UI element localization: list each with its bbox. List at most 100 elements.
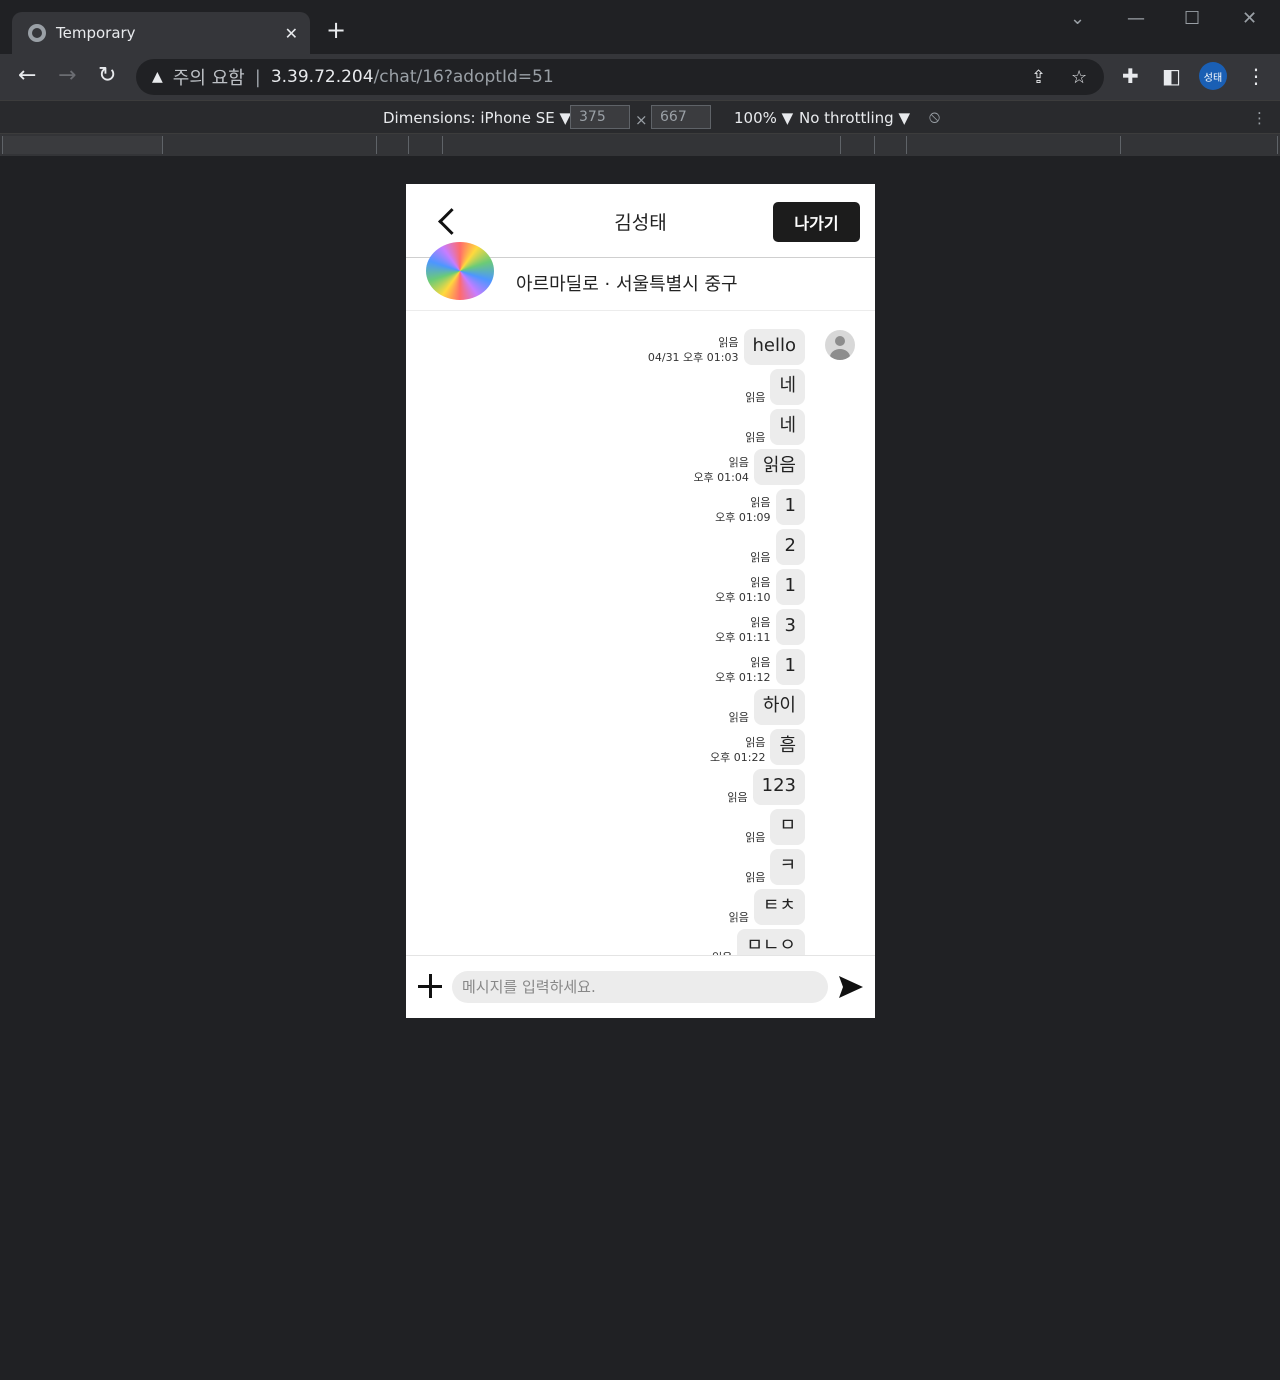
message-meta: 읽음 (729, 910, 749, 925)
message-row: 읽음 2 (750, 529, 805, 565)
message-meta: 읽음 (745, 830, 765, 845)
message-bubble[interactable]: 3 (775, 609, 805, 645)
bookmark-star-icon[interactable]: ☆ (1071, 67, 1087, 88)
message-row: 읽음ㅁㄴㅇ (712, 929, 805, 955)
message-bubble[interactable]: ㅌㅊ (753, 889, 805, 925)
read-status: 읽음 (728, 456, 749, 469)
extensions-icon[interactable]: ✚ (1122, 64, 1139, 88)
message-row: 읽음 오후 01:12 1 (715, 649, 805, 685)
tab-strip: Temporary ✕ + ⌄ — ☐ ✕ (0, 0, 1280, 54)
place-name: 아르마딜로 · 서울특별시 중구 (516, 274, 738, 295)
read-status: 읽음 (750, 551, 771, 564)
message-bubble[interactable]: 123 (752, 769, 805, 805)
message-meta: 읽음 오후 01:04 (693, 455, 748, 485)
message-time: 04/31 오후 01:03 (647, 351, 739, 364)
ruler-segment[interactable] (408, 136, 442, 154)
browser-toolbar: ← → ↻ ▲ 주의 요함 | 3.39.72.204 /chat/16?ado… (0, 54, 1280, 100)
message-bubble[interactable]: 1 (775, 649, 805, 685)
profile-avatar[interactable]: 성태 (1199, 62, 1227, 90)
read-status: 읽음 (718, 336, 739, 349)
ruler-segment[interactable] (2, 136, 162, 154)
dimensions-dropdown[interactable]: Dimensions: iPhone SE ▼ (383, 109, 571, 127)
add-attachment-plus-icon[interactable] (418, 974, 442, 998)
reload-icon[interactable]: ↻ (98, 64, 116, 88)
device-toolbar: Dimensions: iPhone SE ▼ 375 × 667 100% ▼… (0, 100, 1280, 134)
height-input[interactable]: 667 (651, 105, 711, 129)
read-status: 읽음 (728, 711, 749, 724)
ruler-segment[interactable] (1120, 136, 1278, 154)
ruler-segment[interactable] (376, 136, 408, 154)
ruler-segment[interactable] (906, 136, 1120, 154)
window-close-icon[interactable]: ✕ (1242, 8, 1257, 29)
place-thumbnail (426, 242, 494, 300)
ruler-segment[interactable] (442, 136, 840, 154)
tab-search-icon[interactable]: ⌄ (1070, 8, 1085, 29)
message-bubble[interactable]: 1 (775, 489, 805, 525)
read-status: 읽음 (745, 736, 766, 749)
message-bubble[interactable]: 하이 (753, 689, 805, 725)
message-bubble[interactable]: 네 (770, 409, 805, 445)
place-info[interactable]: 아르마딜로 · 서울특별시 중구 (406, 242, 875, 311)
width-input[interactable]: 375 (570, 105, 630, 129)
read-status: 읽음 (745, 831, 766, 844)
message-row: 읽음오후 01:10 1 (715, 569, 805, 605)
message-bubble[interactable]: 읽음 (753, 449, 805, 485)
message-meta: 읽음 (745, 390, 765, 405)
message-input[interactable] (452, 971, 828, 1003)
message-time: 오후 01:22 (710, 751, 766, 764)
message-meta: 읽음 (750, 550, 770, 565)
message-time: 오후 01:11 (715, 631, 771, 644)
message-meta: 읽음 (745, 870, 765, 885)
new-tab-button[interactable]: + (326, 18, 346, 42)
back-arrow-icon[interactable]: ← (18, 64, 36, 88)
message-bubble[interactable]: ㅁ (770, 809, 805, 845)
message-bubble[interactable]: 흠 (770, 729, 805, 765)
side-panel-icon[interactable]: ◧ (1162, 64, 1181, 88)
ruler-segment[interactable] (840, 136, 874, 154)
message-time: 오후 01:12 (715, 671, 771, 684)
message-bubble[interactable]: 2 (775, 529, 805, 565)
close-tab-icon[interactable]: ✕ (285, 24, 298, 43)
message-bubble[interactable]: hello (743, 329, 805, 365)
message-bubble[interactable]: ㅋ (770, 849, 805, 885)
device-menu-kebab-icon[interactable]: ⋮ (1252, 109, 1267, 127)
message-meta: 읽음 (745, 430, 765, 445)
read-status: 읽음 (728, 911, 749, 924)
message-bubble[interactable]: 네 (770, 369, 805, 405)
message-meta: 읽음오후 01:09 (715, 495, 770, 525)
ruler-segment[interactable] (162, 136, 376, 154)
zoom-dropdown[interactable]: 100% ▼ (734, 109, 793, 127)
maximize-icon[interactable]: ☐ (1184, 8, 1200, 29)
times-sign: × (635, 111, 648, 129)
media-query-ruler (0, 134, 1280, 156)
security-warning-text[interactable]: 주의 요함 (173, 64, 245, 90)
tab-title: Temporary (56, 24, 136, 42)
address-bar[interactable]: ▲ 주의 요함 | 3.39.72.204 /chat/16?adoptId=5… (136, 59, 1104, 95)
rotate-icon[interactable]: ⦸ (929, 107, 940, 127)
minimize-icon[interactable]: — (1127, 8, 1145, 29)
ruler-segment[interactable] (874, 136, 906, 154)
message-meta: 읽음 (729, 710, 749, 725)
share-icon[interactable]: ⇪ (1031, 67, 1046, 88)
exit-button[interactable]: 나가기 (773, 202, 860, 242)
send-icon[interactable] (838, 975, 864, 999)
throttling-dropdown[interactable]: No throttling ▼ (799, 109, 910, 127)
message-time: 오후 01:10 (715, 591, 771, 604)
message-row: 읽음 하이 (729, 689, 805, 725)
read-status: 읽음 (750, 496, 771, 509)
menu-kebab-icon[interactable]: ⋮ (1246, 64, 1266, 88)
read-status: 읽음 (750, 576, 771, 589)
message-row: 읽음 네 (745, 369, 805, 405)
message-bubble[interactable]: 1 (775, 569, 805, 605)
browser-tab[interactable]: Temporary ✕ (12, 12, 310, 54)
warning-icon[interactable]: ▲ (152, 69, 163, 85)
message-row: 읽음 123 (727, 769, 805, 805)
message-time: 오후 01:09 (715, 511, 771, 524)
message-list[interactable]: 읽음 04/31 오후 01:03 hello 읽음 네 읽음 네 읽음 오후 01:04 읽음 읽… (406, 312, 875, 955)
forward-arrow-icon[interactable]: → (58, 64, 76, 88)
message-row: 읽음 오후 01:09 1 (715, 489, 805, 525)
message-bubble[interactable]: ㅁㄴㅇ (737, 929, 805, 955)
read-status: 읽음 (750, 616, 771, 629)
read-status: 읽음 (745, 431, 766, 444)
user-avatar-icon (825, 330, 855, 360)
